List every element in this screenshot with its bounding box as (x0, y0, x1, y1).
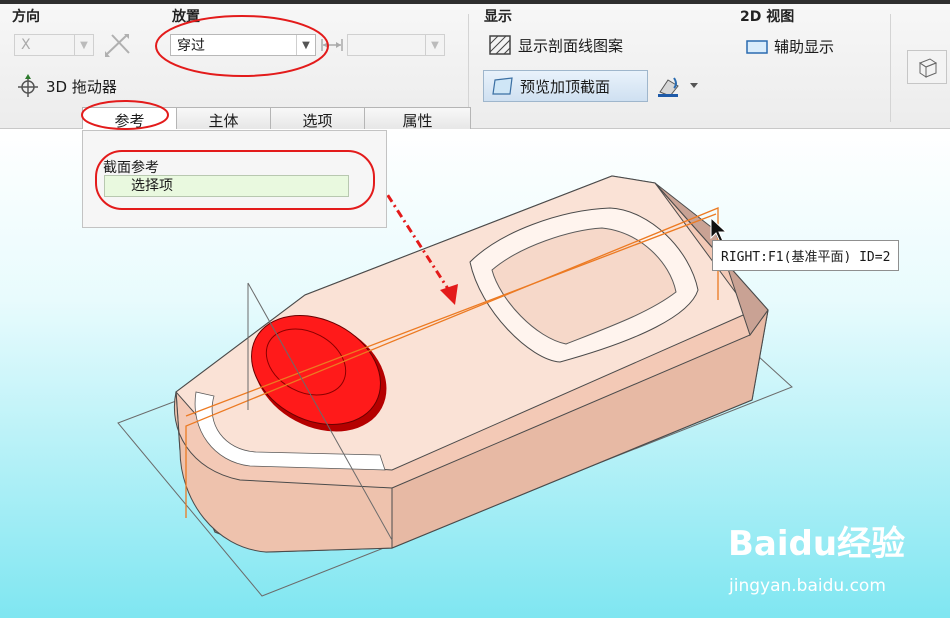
watermark-url: jingyan.baidu.com (729, 576, 886, 596)
watermark-logo: Baidu经验 (728, 516, 905, 565)
annotation-ellipse-placement (155, 15, 329, 77)
watermark-brand: Baidu经验 (728, 524, 906, 564)
annotation-ellipse-tab (81, 100, 169, 130)
datum-tooltip: RIGHT:F1(基准平面) ID=2 (712, 240, 900, 271)
section-reference-collector[interactable]: 选择项 (104, 175, 349, 197)
section-reference-label: 截面参考 (103, 160, 159, 176)
references-panel: 截面参考 选择项 (82, 130, 387, 228)
